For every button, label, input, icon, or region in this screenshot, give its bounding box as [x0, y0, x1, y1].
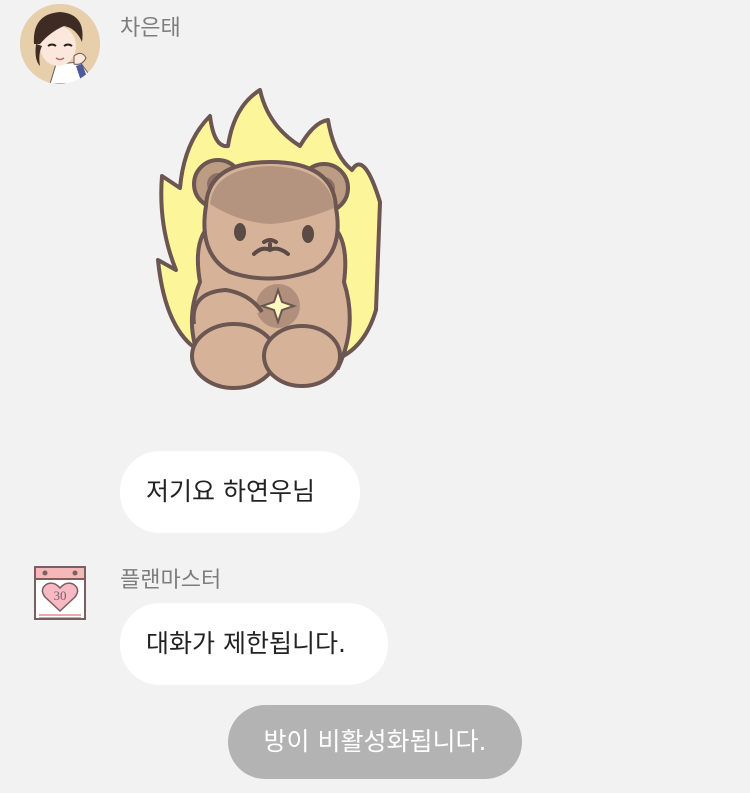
anime-boy-avatar-icon — [20, 4, 100, 84]
system-notice: 방이 비활성화됩니다. — [228, 705, 522, 779]
sender-name: 플랜마스터 — [120, 568, 222, 593]
sender-name: 차은태 — [120, 16, 181, 41]
flaming-bear-sticker-icon — [156, 88, 382, 390]
chat-bubble[interactable]: 대화가 제한됩니다. — [120, 603, 388, 685]
calendar-graphic: 30 — [34, 566, 86, 620]
calendar-heart-icon[interactable]: 30 — [33, 563, 87, 623]
chat-bubble[interactable]: 저기요 하연우님 — [120, 451, 360, 533]
sticker-message[interactable] — [150, 86, 390, 396]
avatar-cha-euntae[interactable] — [20, 4, 100, 84]
calendar-day-number: 30 — [54, 588, 67, 603]
